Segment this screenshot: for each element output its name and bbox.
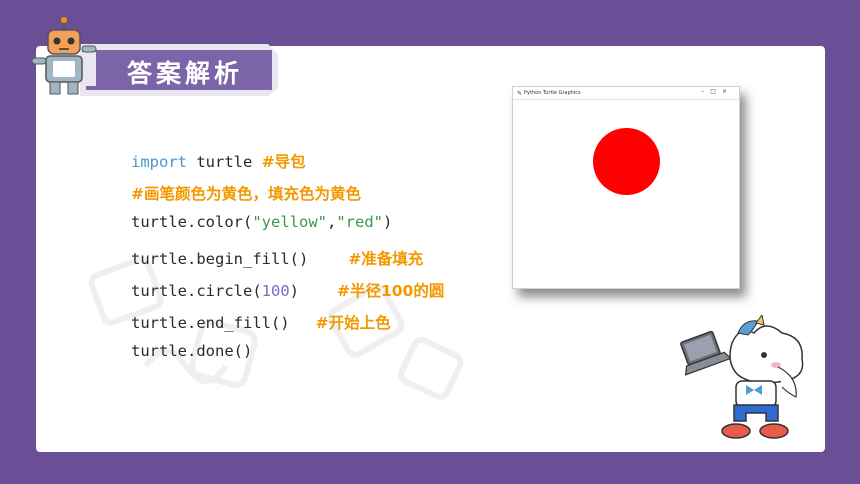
code-line-5: turtle.circle(100) #半径100的圆 bbox=[131, 279, 444, 301]
code-line-1: import turtle #导包 bbox=[131, 150, 306, 172]
number-literal: 100 bbox=[261, 282, 290, 300]
string-literal: "red" bbox=[336, 213, 383, 231]
code-comment: #开始上色 bbox=[315, 314, 391, 332]
page-title: 答案解析 bbox=[126, 59, 243, 88]
minimize-icon[interactable]: – bbox=[701, 88, 710, 95]
code-text: turtle bbox=[187, 153, 262, 171]
turtle-graphics-window: ✎ Python Turtle Graphics –□× bbox=[512, 86, 740, 289]
feather-icon: ✎ bbox=[517, 89, 523, 97]
code-text: turtle.circle( bbox=[131, 282, 262, 300]
code-text: ) bbox=[289, 282, 299, 300]
window-controls: –□× bbox=[701, 88, 733, 95]
code-line-4: turtle.begin_fill() #准备填充 bbox=[131, 247, 423, 269]
code-comment: #准备填充 bbox=[348, 250, 424, 268]
code-comment: #画笔颜色为黄色，填充色为黄色 bbox=[131, 185, 361, 203]
code-text: turtle.color( bbox=[131, 213, 253, 231]
string-literal: "yellow" bbox=[252, 213, 327, 231]
code-text: turtle.done() bbox=[131, 342, 253, 360]
close-icon[interactable]: × bbox=[722, 88, 733, 95]
code-text: turtle.end_fill() bbox=[131, 314, 290, 332]
code-line-2: #画笔颜色为黄色，填充色为黄色 bbox=[131, 182, 361, 204]
keyword-import: import bbox=[131, 153, 187, 171]
code-text: ) bbox=[383, 213, 393, 231]
red-filled-circle bbox=[593, 128, 660, 195]
code-line-3: turtle.color("yellow","red") bbox=[131, 213, 392, 231]
code-comment: #半径100的圆 bbox=[337, 282, 445, 300]
code-line-6: turtle.end_fill() #开始上色 bbox=[131, 311, 391, 333]
window-title: Python Turtle Graphics bbox=[524, 90, 581, 96]
code-comment: #导包 bbox=[261, 153, 306, 171]
unicorn-laptop-mascot-icon bbox=[680, 315, 804, 439]
window-titlebar[interactable]: ✎ Python Turtle Graphics –□× bbox=[513, 87, 739, 99]
code-text: turtle.begin_fill() bbox=[131, 250, 309, 268]
code-line-7: turtle.done() bbox=[131, 342, 252, 360]
maximize-icon[interactable]: □ bbox=[710, 88, 722, 95]
robot-mascot-icon bbox=[31, 17, 97, 95]
window-divider bbox=[513, 99, 739, 100]
code-text: , bbox=[326, 213, 337, 231]
